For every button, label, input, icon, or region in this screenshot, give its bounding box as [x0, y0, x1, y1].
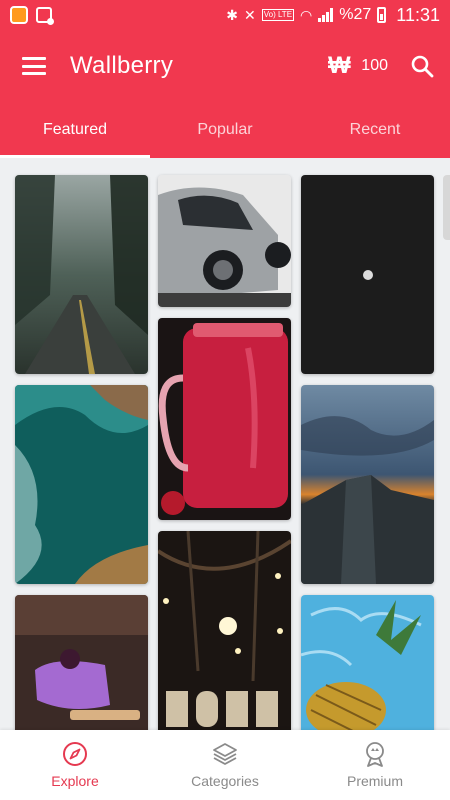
nav-explore-label: Explore [51, 773, 99, 789]
status-bar: ✱ ✕ Vo) LTE ◠ %27 11:31 [0, 0, 450, 30]
bluetooth-icon: ✱ [226, 6, 238, 23]
nav-categories[interactable]: Categories [150, 730, 300, 800]
nav-premium[interactable]: Premium [300, 730, 450, 800]
clock: 11:31 [396, 4, 440, 25]
app-bar: Wallberry ₩ 100 [0, 30, 450, 102]
volte-icon: Vo) LTE [261, 9, 295, 21]
search-icon[interactable] [410, 54, 434, 78]
app-title: Wallberry [70, 52, 174, 79]
menu-icon[interactable] [22, 57, 46, 75]
premium-badge-icon [366, 742, 384, 767]
battery-percent: %27 [339, 6, 372, 23]
nav-explore[interactable]: Explore [0, 730, 150, 800]
nav-premium-label: Premium [346, 773, 403, 789]
wallpaper-tile-forest-road[interactable] [15, 175, 148, 374]
layers-icon [213, 743, 237, 765]
tab-recent[interactable]: Recent [300, 102, 450, 158]
wallpaper-tile-ocean-cliffs[interactable] [15, 385, 148, 584]
wallpaper-tile-pineapple[interactable] [301, 595, 434, 735]
tab-featured[interactable]: Featured [0, 102, 150, 158]
tab-bar: Featured Popular Recent [0, 102, 450, 158]
battery-icon [377, 7, 387, 23]
wallpaper-tile-red-smoothie[interactable] [158, 318, 291, 520]
compass-icon [63, 742, 87, 766]
coin-balance[interactable]: 100 [361, 57, 388, 75]
mute-icon: ✕ [243, 6, 256, 23]
wallpaper-tile-mountain-sunset[interactable] [301, 385, 434, 584]
app-notification-icon [10, 6, 28, 24]
wallpaper-tile-hope-lights[interactable] [158, 531, 291, 735]
wallpaper-tile-moon[interactable] [301, 175, 434, 374]
coin-icon[interactable]: ₩ [325, 52, 353, 80]
scrollbar[interactable] [443, 175, 450, 240]
signal-icon [318, 8, 334, 22]
wallpaper-tile-sports-car[interactable] [158, 175, 291, 307]
nav-categories-label: Categories [191, 773, 259, 789]
tab-popular[interactable]: Popular [150, 102, 300, 158]
wifi-icon: ◠ [300, 6, 313, 23]
bottom-navigation: Explore Categories Premium [0, 730, 450, 800]
screen-notification-icon [36, 7, 54, 25]
wallpaper-tile-ice-cream[interactable] [15, 595, 148, 735]
